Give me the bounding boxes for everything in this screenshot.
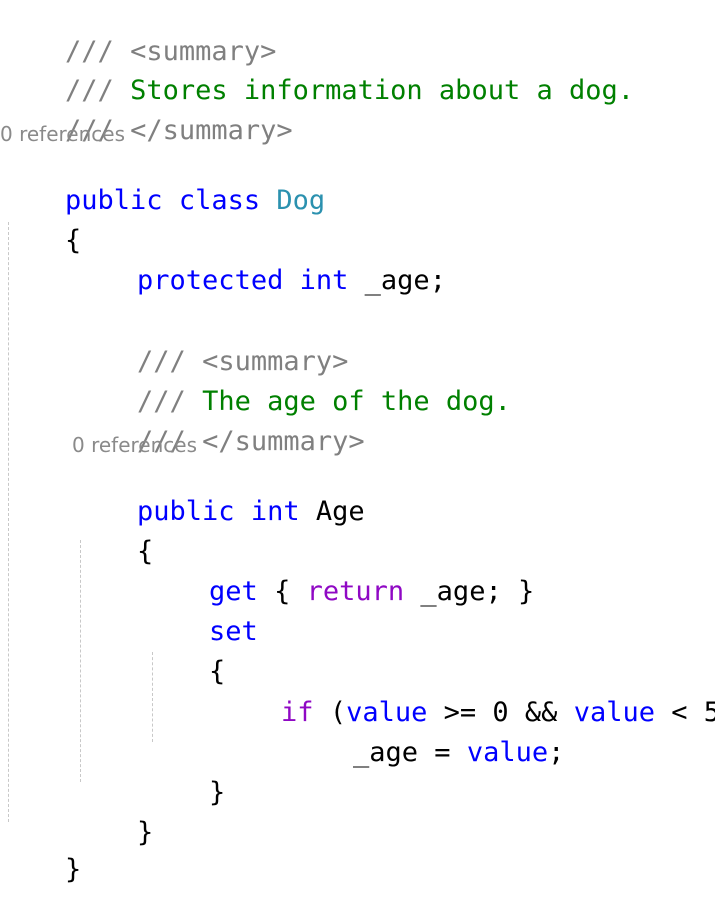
code-line-field[interactable]: protected int _age; bbox=[72, 227, 446, 296]
code-line-class-open-brace[interactable]: { bbox=[0, 187, 81, 256]
code-line-class-summary-close[interactable]: /// </summary> bbox=[0, 77, 293, 146]
return-expression: _age; bbox=[420, 576, 502, 607]
field-name: _age bbox=[364, 265, 430, 296]
close-brace: } bbox=[137, 817, 154, 848]
keyword-int: int bbox=[250, 496, 300, 527]
open-brace: { bbox=[274, 576, 291, 607]
doc-comment-close-tag: </summary> bbox=[202, 426, 365, 457]
code-line-property-open-brace[interactable]: { bbox=[72, 498, 153, 567]
keyword-return: return bbox=[306, 576, 405, 607]
code-line-prop-summary-close[interactable]: /// </summary> bbox=[72, 388, 365, 457]
keyword-int: int bbox=[299, 265, 349, 296]
doc-comment-close-tag: </summary> bbox=[130, 115, 293, 146]
keyword-protected: protected bbox=[137, 265, 284, 296]
code-line-class-summary-open[interactable]: /// <summary> bbox=[0, 0, 276, 67]
semicolon: ; bbox=[429, 265, 446, 296]
code-line-assignment[interactable]: _age = value; bbox=[288, 699, 564, 768]
code-line-getter[interactable]: get { return _age; } bbox=[144, 538, 534, 607]
comparison-operator: < 5) bbox=[671, 697, 715, 728]
code-line-if-statement[interactable]: if (value >= 0 && value < 5) bbox=[216, 659, 715, 728]
close-brace: } bbox=[209, 777, 226, 808]
code-line-setter[interactable]: set bbox=[144, 578, 258, 647]
code-line-property-close-brace[interactable]: } bbox=[72, 779, 153, 848]
keyword-class: class bbox=[178, 185, 261, 216]
code-line-class-summary-text[interactable]: /// Stores information about a dog. bbox=[0, 37, 634, 106]
class-name: Dog bbox=[276, 185, 326, 216]
code-line-prop-summary-text[interactable]: /// The age of the dog. bbox=[72, 348, 511, 417]
code-line-setter-open-brace[interactable]: { bbox=[144, 618, 225, 687]
indent-guide-class bbox=[8, 222, 9, 822]
semicolon: ; bbox=[548, 737, 565, 768]
codelens-references-class[interactable]: 0 references bbox=[0, 121, 125, 147]
codelens-references-property[interactable]: 0 references bbox=[72, 432, 197, 458]
keyword-value: value bbox=[573, 697, 655, 728]
code-line-setter-close-brace[interactable]: } bbox=[144, 739, 225, 808]
keyword-value: value bbox=[466, 737, 549, 768]
close-brace: } bbox=[517, 576, 535, 607]
property-name: Age bbox=[315, 496, 365, 527]
code-line-class-declaration[interactable]: public class Dog bbox=[0, 147, 325, 216]
code-editor[interactable]: /// <summary> /// Stores information abo… bbox=[0, 0, 715, 885]
code-line-class-close-brace[interactable]: } bbox=[0, 816, 81, 885]
assignment-target: _age = bbox=[353, 737, 451, 768]
close-brace: } bbox=[65, 854, 82, 885]
code-line-prop-summary-open[interactable]: /// <summary> bbox=[72, 308, 348, 377]
code-line-property-declaration[interactable]: public int Age bbox=[72, 458, 365, 527]
